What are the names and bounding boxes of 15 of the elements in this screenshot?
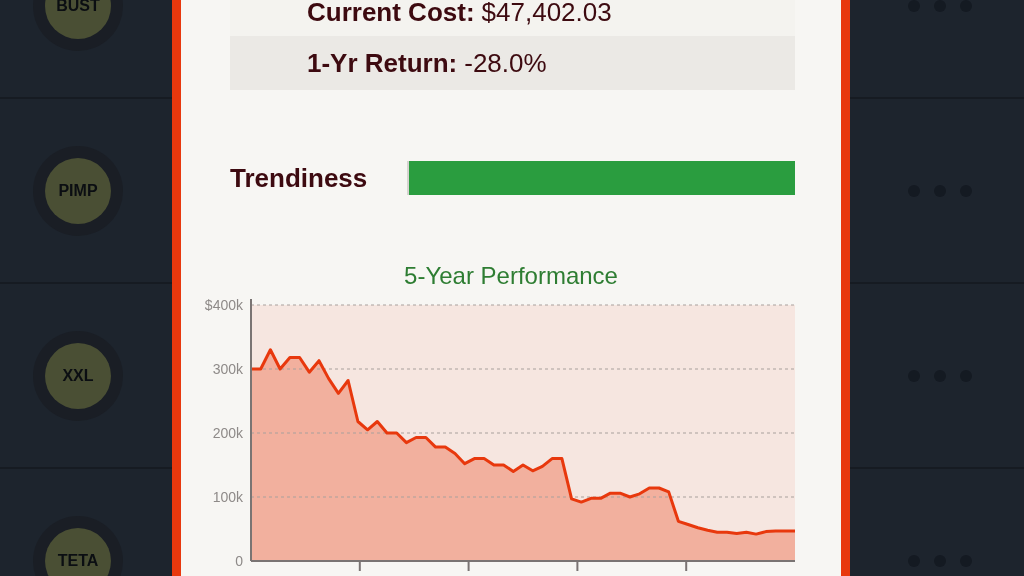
stat-label: Current Cost: [307, 0, 475, 29]
y-axis-label: $400k [204, 297, 243, 313]
badge-label: TETA [57, 550, 99, 571]
y-axis-label: 300k [212, 361, 243, 377]
stat-label: 1-Yr Return: [307, 46, 458, 80]
stat-value: -28.0% [464, 46, 547, 80]
chart-title: 5-Year Performance [404, 261, 618, 291]
badge-label: XXL [62, 365, 94, 386]
y-axis-label: 0 [235, 553, 243, 569]
y-axis-label: 200k [212, 425, 243, 441]
trendiness-label: Trendiness [230, 161, 369, 195]
badge-label: PIMP [58, 180, 98, 201]
badge-label: BUST [56, 0, 100, 16]
stat-value: $47,402.03 [481, 0, 612, 29]
y-axis-label: 100k [212, 489, 243, 505]
